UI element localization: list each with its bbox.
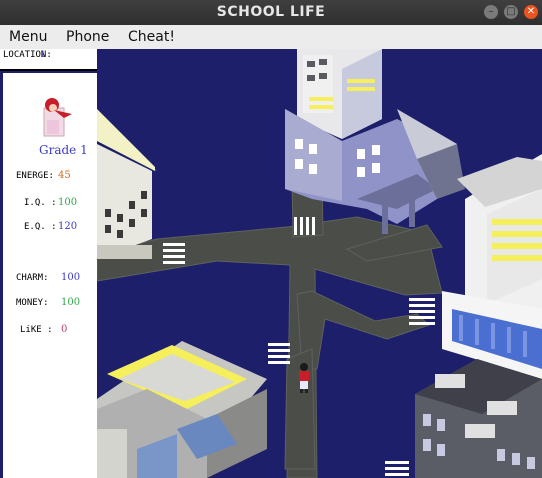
stat-like-value: 0 [61, 324, 68, 335]
location-value: 1 [40, 50, 46, 60]
maximize-icon: □ [506, 6, 516, 17]
window-title: SCHOOL LIFE [216, 4, 326, 20]
player-avatar [43, 98, 72, 137]
stat-iq-label: I.Q. : [24, 198, 57, 208]
location-bar: LOCATION: 1 [0, 49, 97, 71]
stat-charm-label: CHARM: [16, 273, 49, 283]
stat-like-label: LiKE : [20, 325, 53, 335]
stat-energy-label: ENERGE: [16, 171, 54, 181]
minimize-button[interactable]: – [484, 5, 498, 19]
close-button[interactable]: ✕ [524, 5, 538, 19]
stat-iq-value: 100 [58, 197, 78, 208]
menu-item-cheat[interactable]: Cheat! [128, 29, 175, 45]
window-titlebar: SCHOOL LIFE – □ ✕ [0, 0, 542, 25]
stat-eq-label: E.Q. : [24, 222, 57, 232]
menu-bar: Menu Phone Cheat! [0, 25, 542, 50]
stat-energy-value: 45 [58, 170, 71, 181]
city-map[interactable] [97, 49, 542, 478]
player-character[interactable] [299, 363, 309, 393]
close-icon: ✕ [526, 6, 536, 17]
stat-money-label: MONEY: [16, 298, 49, 308]
menu-item-menu[interactable]: Menu [9, 29, 47, 45]
stat-money-value: 100 [61, 297, 81, 308]
stat-eq-value: 120 [58, 221, 78, 232]
minimize-icon: – [488, 6, 494, 17]
menu-item-phone[interactable]: Phone [66, 29, 109, 45]
crosswalk-bottom [385, 461, 409, 476]
stat-charm-value: 100 [61, 272, 81, 283]
maximize-button[interactable]: □ [504, 5, 518, 19]
player-grade: Grade 1 [39, 143, 88, 157]
